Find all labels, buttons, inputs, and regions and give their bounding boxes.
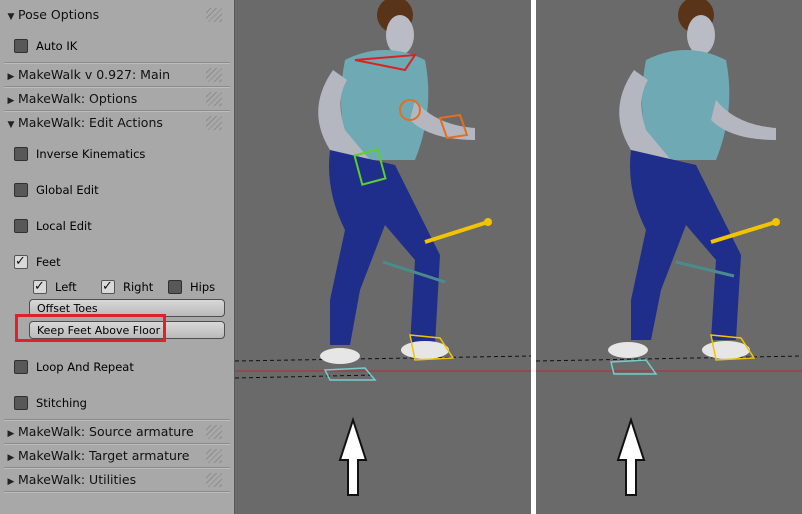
hips-label: Hips <box>190 280 216 294</box>
right-label: Right <box>123 280 154 294</box>
pose-options-header[interactable]: ▼ Pose Options <box>4 4 228 26</box>
figure-before <box>235 0 531 496</box>
ik-bone-tip <box>484 218 492 226</box>
highlight-box <box>15 314 166 342</box>
makewalk-options-title: MakeWalk: Options <box>18 91 138 106</box>
head <box>386 15 414 55</box>
drag-grip-icon[interactable] <box>206 68 222 82</box>
expanded-triangle-icon: ▼ <box>7 12 15 22</box>
viewport-before[interactable] <box>235 0 531 514</box>
dashed-line <box>235 374 376 379</box>
right-checkbox[interactable]: Right <box>101 278 153 296</box>
left-checkbox[interactable]: Left <box>33 278 77 296</box>
checkmark-icon <box>14 253 28 271</box>
dashed-line <box>235 355 531 362</box>
ik-bone-tip <box>772 218 780 226</box>
checkbox-icon <box>14 182 28 197</box>
global-edit-label: Global Edit <box>36 183 99 197</box>
hips-checkbox[interactable]: Hips <box>168 278 215 296</box>
makewalk-edit-actions-title: MakeWalk: Edit Actions <box>18 115 163 130</box>
makewalk-target-armature-title: MakeWalk: Target armature <box>18 448 190 463</box>
collapsed-triangle-icon: ▶ <box>7 72 15 82</box>
up-arrow-icon <box>338 416 368 496</box>
makewalk-main-title: MakeWalk v 0.927: Main <box>18 67 171 82</box>
feet-label: Feet <box>36 255 61 269</box>
drag-grip-icon[interactable] <box>206 8 222 22</box>
expanded-triangle-icon: ▼ <box>7 120 15 130</box>
makewalk-source-armature-title: MakeWalk: Source armature <box>18 424 194 439</box>
makewalk-utilities-header[interactable]: ▶ MakeWalk: Utilities <box>4 469 228 491</box>
makewalk-main-header[interactable]: ▶ MakeWalk v 0.927: Main <box>4 64 228 86</box>
inverse-kinematics-checkbox[interactable]: Inverse Kinematics <box>14 145 145 163</box>
checkbox-icon <box>14 395 28 410</box>
auto-ik-checkbox[interactable]: Auto IK <box>14 37 77 55</box>
foot-control-left <box>323 367 377 381</box>
checkmark-icon <box>101 278 115 296</box>
viewport-after[interactable] <box>536 0 802 514</box>
loop-and-repeat-label: Loop And Repeat <box>36 360 134 374</box>
feet-checkbox[interactable]: Feet <box>14 253 61 271</box>
drag-grip-icon[interactable] <box>206 92 222 106</box>
local-edit-checkbox[interactable]: Local Edit <box>14 217 92 235</box>
makewalk-target-armature-header[interactable]: ▶ MakeWalk: Target armature <box>4 445 228 467</box>
left-shoe <box>320 348 360 364</box>
right-shoe <box>702 341 750 359</box>
foot-control-left <box>610 359 658 375</box>
collapsed-triangle-icon: ▶ <box>7 96 15 106</box>
left-shoe <box>608 342 648 358</box>
makewalk-utilities-title: MakeWalk: Utilities <box>18 472 137 487</box>
pose-options-title: Pose Options <box>18 7 100 22</box>
local-edit-label: Local Edit <box>36 219 92 233</box>
stitching-label: Stitching <box>36 396 87 410</box>
drag-grip-icon[interactable] <box>206 449 222 463</box>
drag-grip-icon[interactable] <box>206 425 222 439</box>
collapsed-triangle-icon: ▶ <box>7 477 15 487</box>
inverse-kinematics-label: Inverse Kinematics <box>36 147 146 161</box>
head <box>687 15 715 55</box>
checkbox-icon <box>14 359 28 374</box>
makewalk-options-header[interactable]: ▶ MakeWalk: Options <box>4 88 228 110</box>
checkbox-icon <box>14 218 28 233</box>
checkbox-icon <box>168 279 182 294</box>
figure-after <box>536 0 802 496</box>
properties-panel: ▼ Pose Options Auto IK ▶ MakeWalk v 0.927:… <box>0 0 235 514</box>
right-shoe <box>401 341 449 359</box>
checkbox-icon <box>14 146 28 161</box>
global-edit-checkbox[interactable]: Global Edit <box>14 181 99 199</box>
drag-grip-icon[interactable] <box>206 473 222 487</box>
pants <box>630 150 741 340</box>
collapsed-triangle-icon: ▶ <box>7 453 15 463</box>
makewalk-source-armature-header[interactable]: ▶ MakeWalk: Source armature <box>4 421 228 443</box>
drag-grip-icon[interactable] <box>206 116 222 130</box>
up-arrow-icon <box>616 416 646 496</box>
checkmark-icon <box>33 278 47 296</box>
left-label: Left <box>55 280 77 294</box>
auto-ik-label: Auto IK <box>36 39 78 53</box>
makewalk-edit-actions-header[interactable]: ▼ MakeWalk: Edit Actions <box>4 112 228 134</box>
stitching-checkbox[interactable]: Stitching <box>14 394 87 412</box>
checkbox-icon <box>14 38 28 53</box>
collapsed-triangle-icon: ▶ <box>7 429 15 439</box>
divider <box>4 491 230 493</box>
loop-and-repeat-checkbox[interactable]: Loop And Repeat <box>14 358 134 376</box>
dashed-line <box>536 355 802 362</box>
ik-bone <box>424 220 489 244</box>
